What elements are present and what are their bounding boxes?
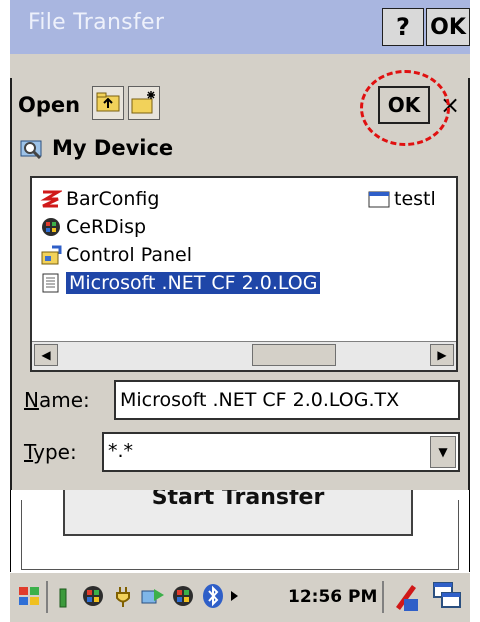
app2-icon[interactable] — [170, 583, 196, 609]
start-flag-icon[interactable] — [16, 583, 42, 609]
chevron-right-icon[interactable] — [228, 583, 240, 609]
new-folder-icon — [131, 91, 155, 114]
scroll-right-button[interactable]: ▶ — [430, 344, 454, 366]
control-panel-icon — [41, 245, 62, 265]
help-button[interactable]: ? — [382, 8, 424, 46]
list-item-selected[interactable]: Microsoft .NET CF 2.0.LOG — [40, 270, 321, 296]
up-folder-button[interactable] — [92, 86, 124, 120]
windows-switcher-icon[interactable] — [432, 581, 462, 611]
list-item[interactable]: CeRDisp — [40, 214, 146, 240]
window-title: File Transfer — [28, 10, 165, 35]
taskbar: 12:56 PM — [10, 572, 470, 622]
file-name: Control Panel — [66, 244, 192, 266]
clock[interactable]: 12:56 PM — [288, 587, 377, 607]
file-transfer-titlebar: File Transfer ? OK — [10, 0, 470, 54]
new-folder-button[interactable] — [128, 86, 160, 120]
window-file-icon — [368, 191, 390, 208]
scroll-left-button[interactable]: ◀ — [34, 344, 58, 366]
file-name-input[interactable] — [114, 380, 460, 420]
scroll-thumb[interactable] — [252, 344, 336, 366]
open-dialog: Open OK × My Device BarConfig CeRDisp Co… — [10, 70, 470, 490]
signal-icon[interactable] — [54, 583, 70, 609]
dialog-ok-button[interactable]: OK — [378, 86, 430, 124]
file-name: Microsoft .NET CF 2.0.LOG — [66, 272, 321, 294]
file-list[interactable]: BarConfig CeRDisp Control Panel Microsof… — [30, 176, 458, 372]
type-label: Type: — [24, 440, 77, 464]
menu-strip — [10, 54, 470, 79]
taskbar-divider — [382, 581, 384, 613]
file-name: CeRDisp — [66, 216, 147, 238]
name-label: Name: — [24, 388, 90, 412]
dialog-close-button[interactable]: × — [432, 86, 468, 124]
list-item[interactable]: testl — [368, 186, 436, 212]
location-label: My Device — [52, 136, 174, 160]
file-transfer-body: Start Transfer — [10, 486, 470, 572]
app-icon — [42, 218, 60, 236]
my-device-icon — [20, 140, 42, 159]
list-item[interactable]: BarConfig — [40, 186, 159, 212]
file-type-select[interactable]: *.* ▼ — [102, 432, 460, 472]
location-breadcrumb[interactable]: My Device — [20, 136, 173, 160]
start-transfer-button[interactable]: Start Transfer — [63, 486, 413, 536]
file-name: BarConfig — [66, 188, 160, 210]
sync-icon[interactable] — [140, 583, 166, 609]
up-folder-icon — [96, 92, 120, 112]
log-file-icon — [42, 273, 59, 293]
horizontal-scrollbar[interactable]: ◀ ▶ — [32, 341, 456, 370]
dialog-title: Open — [18, 93, 81, 117]
bluetooth-icon[interactable] — [200, 583, 226, 609]
titlebar-ok-button[interactable]: OK — [426, 8, 470, 46]
chevron-down-icon[interactable]: ▼ — [430, 436, 456, 468]
type-value: *.* — [108, 440, 134, 462]
file-name: testl — [394, 188, 436, 210]
app-icon[interactable] — [80, 583, 106, 609]
barconfig-icon — [40, 190, 62, 208]
input-panel-icon[interactable] — [390, 581, 422, 613]
taskbar-divider — [46, 581, 48, 613]
list-item[interactable]: Control Panel — [40, 242, 192, 268]
power-plug-icon[interactable] — [112, 583, 138, 609]
